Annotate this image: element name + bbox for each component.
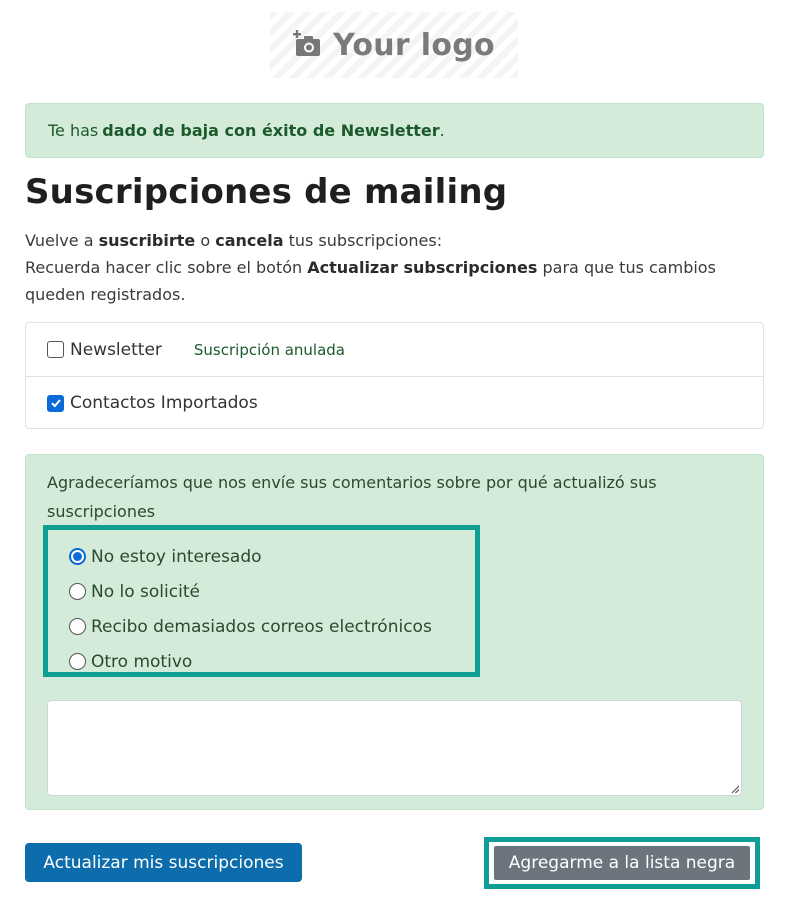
feedback-prompt: Agradeceríamos que nos envíe sus comenta… [47, 473, 657, 521]
reason-option[interactable]: No lo solicité [69, 574, 475, 609]
comment-textarea[interactable] [47, 700, 742, 796]
alert-bold: dado de baja con éxito de Newsletter [102, 121, 440, 140]
list-item-newsletter[interactable]: Newsletter Suscripción anulada [26, 323, 763, 376]
intro-text-part: Recuerda hacer clic sobre el botón [25, 258, 303, 277]
intro-text-part: Vuelve a [25, 231, 94, 250]
newsletter-checkbox[interactable] [47, 341, 64, 358]
list-label: Contactos Importados [70, 393, 258, 413]
intro-text-part: tus subscripciones: [288, 231, 443, 250]
update-subscriptions-button[interactable]: Actualizar mis suscripciones [25, 843, 302, 882]
reason-group: No estoy interesado No lo solicité Recib… [43, 525, 480, 677]
blacklist-highlight: Agregarme a la lista negra [484, 837, 760, 889]
reason-radio[interactable] [69, 653, 86, 670]
feedback-panel: Agradeceríamos que nos envíe sus comenta… [25, 454, 764, 810]
logo: Your logo [270, 12, 518, 78]
intro-bold-cancel: cancela [215, 231, 284, 250]
reason-option[interactable]: Otro motivo [69, 644, 475, 679]
reason-label: Otro motivo [91, 651, 193, 672]
success-alert: Te has dado de baja con éxito de Newslet… [25, 103, 764, 158]
intro-bold-subscribe: suscribirte [98, 231, 196, 250]
list-item-contactos[interactable]: Contactos Importados [26, 376, 763, 429]
contactos-checkbox[interactable] [47, 394, 64, 412]
blacklist-button[interactable]: Agregarme a la lista negra [494, 846, 750, 880]
list-label: Newsletter [70, 339, 162, 360]
camera-plus-icon [293, 30, 321, 56]
logo-text: Your logo [333, 27, 495, 63]
alert-prefix: Te has [48, 121, 99, 140]
reason-radio[interactable] [69, 583, 86, 600]
intro-bold-update: Actualizar subscripciones [307, 258, 538, 277]
reason-option[interactable]: Recibo demasiados correos electrónicos [69, 609, 475, 644]
subscription-list: Newsletter Suscripción anulada Contactos… [25, 322, 764, 429]
intro-text: Vuelve a suscribirte o cancela tus subsc… [25, 227, 755, 308]
reason-option[interactable]: No estoy interesado [69, 539, 475, 574]
page-title: Suscripciones de mailing [25, 172, 508, 212]
reason-radio[interactable] [69, 618, 86, 635]
alert-suffix: . [439, 121, 445, 140]
intro-text-part: o [200, 231, 211, 250]
status-badge: Suscripción anulada [193, 340, 345, 359]
resize-handle-icon[interactable] [731, 785, 740, 794]
reason-radio[interactable] [69, 548, 86, 565]
reason-label: Recibo demasiados correos electrónicos [91, 616, 432, 637]
reason-label: No lo solicité [91, 581, 200, 602]
check-icon [50, 399, 61, 408]
reason-label: No estoy interesado [91, 546, 262, 567]
